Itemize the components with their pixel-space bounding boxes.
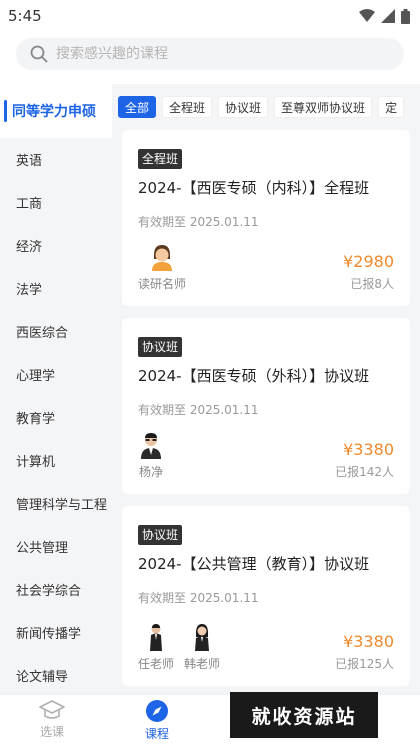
sidebar-item-sociology[interactable]: 社会学综合 (0, 568, 112, 611)
teacher-list: 读研名师 (138, 243, 186, 292)
sidebar-item-economics[interactable]: 经济 (0, 224, 112, 267)
signal-icon (381, 9, 395, 23)
nav-label: 课程 (144, 727, 169, 741)
filter-full-course[interactable]: 全程班 (162, 96, 213, 118)
search-area (0, 32, 420, 84)
course-card[interactable]: 协议班 2024-【公共管理（教育）】协议班 有效期至 2025.01.11 任… (122, 506, 410, 686)
graduation-cap-icon (39, 700, 65, 719)
nav-item-my-courses[interactable]: 课程 (127, 699, 187, 742)
course-validity: 有效期至 2025.01.11 (138, 403, 259, 417)
category-sidebar: 同等学力申硕 英语 工商 经济 法学 西医综合 心理学 教育学 计算机 管理科学… (0, 84, 112, 694)
nav-label: 选课 (39, 725, 64, 739)
course-tag: 全程班 (138, 149, 183, 169)
price-box: ¥3380 已报142人 (335, 440, 394, 480)
course-enrolled: 已报8人 (350, 277, 394, 291)
status-bar: 5:45 (0, 0, 420, 32)
course-validity: 有效期至 2025.01.11 (138, 215, 259, 229)
sidebar-item-computer[interactable]: 计算机 (0, 439, 112, 482)
course-tag: 协议班 (138, 525, 183, 545)
teacher-name: 任老师 (138, 657, 175, 671)
teacher: 韩老师 (184, 623, 220, 672)
wifi-icon (359, 9, 375, 22)
battery-icon (401, 8, 410, 24)
sidebar-item-active[interactable]: 同等学力申硕 (0, 84, 112, 138)
course-title: 2024-【公共管理（教育）】协议班 (138, 555, 370, 573)
sidebar-item-management-science[interactable]: 管理科学与工程 (0, 482, 112, 525)
compass-icon (146, 700, 168, 722)
sidebar-item-thesis[interactable]: 论文辅导 (0, 654, 112, 694)
filter-more[interactable]: 定 (378, 96, 405, 118)
teacher-list: 任老师 韩老师 (138, 623, 220, 672)
price-box: ¥2980 已报8人 (343, 252, 394, 292)
nav-item-courses-select[interactable]: 选课 (22, 699, 82, 740)
teacher: 读研名师 (138, 243, 186, 292)
price-box: ¥3380 已报125人 (335, 632, 394, 672)
filter-all[interactable]: 全部 (118, 96, 157, 118)
search-bar[interactable] (16, 38, 404, 70)
sidebar-item-english[interactable]: 英语 (0, 138, 112, 181)
course-enrolled: 已报142人 (335, 465, 394, 479)
course-enrolled: 已报125人 (335, 657, 394, 671)
search-input[interactable] (56, 46, 376, 62)
teacher: 杨净 (138, 431, 164, 480)
teacher-avatar-icon (152, 245, 172, 271)
filter-premium-agreement[interactable]: 至尊双师协议班 (274, 96, 373, 118)
sidebar-item-education[interactable]: 教育学 (0, 396, 112, 439)
teacher-avatar-icon (141, 433, 161, 459)
course-title: 2024-【西医专硕（内科）】全程班 (138, 179, 370, 197)
course-title: 2024-【西医专硕（外科）】协议班 (138, 367, 370, 385)
filter-agreement[interactable]: 协议班 (218, 96, 269, 118)
sidebar-item-law[interactable]: 法学 (0, 267, 112, 310)
course-validity: 有效期至 2025.01.11 (138, 591, 259, 605)
search-icon (30, 45, 48, 63)
teacher-name: 杨净 (138, 465, 163, 479)
status-icons (359, 8, 410, 24)
filter-chips: 全部 全程班 协议班 至尊双师协议班 定 (118, 92, 420, 122)
teacher: 任老师 (138, 623, 174, 672)
sidebar-item-medicine[interactable]: 西医综合 (0, 310, 112, 353)
teacher-avatar-icon (195, 624, 210, 651)
sidebar-item-journalism[interactable]: 新闻传播学 (0, 611, 112, 654)
course-price: ¥3380 (343, 440, 394, 459)
course-price: ¥2980 (343, 252, 394, 271)
course-price: ¥3380 (343, 632, 394, 651)
watermark-banner: 就收资源站 (230, 692, 378, 738)
teacher-list: 杨净 (138, 431, 164, 480)
teacher-avatar-icon (150, 624, 162, 651)
teacher-name: 读研名师 (138, 277, 187, 291)
sidebar-item-business[interactable]: 工商 (0, 181, 112, 224)
sidebar-item-public-admin[interactable]: 公共管理 (0, 525, 112, 568)
course-card[interactable]: 协议班 2024-【西医专硕（外科）】协议班 有效期至 2025.01.11 杨… (122, 318, 410, 494)
course-card[interactable]: 全程班 2024-【西医专硕（内科）】全程班 有效期至 2025.01.11 读… (122, 130, 410, 306)
sidebar-item-psychology[interactable]: 心理学 (0, 353, 112, 396)
course-tag: 协议班 (138, 337, 183, 357)
status-time: 5:45 (8, 7, 42, 25)
teacher-name: 韩老师 (184, 657, 221, 671)
